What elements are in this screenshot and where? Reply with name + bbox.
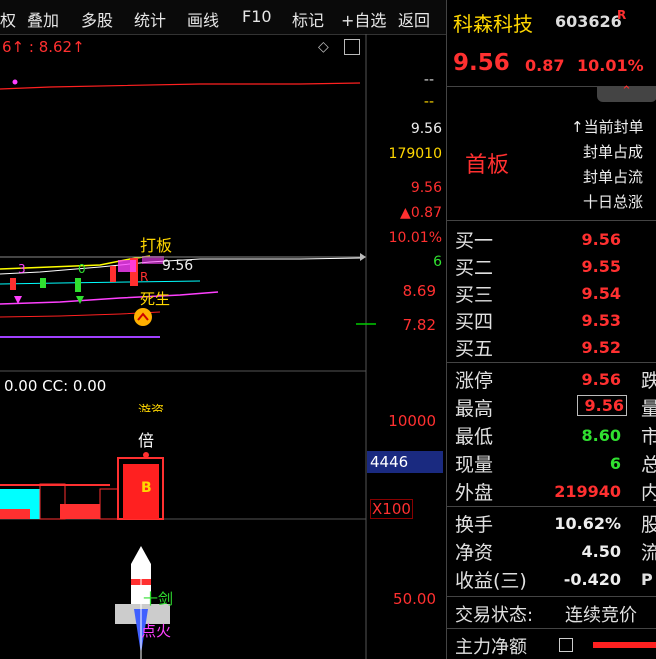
bid-5-price: 9.52 [581, 338, 621, 357]
stat-current-vol-label: 现量 [455, 454, 494, 476]
turnover-label: 换手 [455, 514, 494, 536]
bid-4-price: 9.53 [581, 311, 621, 330]
net-assets-value: 4.50 [581, 542, 621, 561]
trade-status-value: 连续竞价 [565, 605, 637, 626]
eps-label: 收益(三) [455, 570, 527, 592]
stat-market-label: 市 [641, 426, 656, 448]
buy-b-label: B [141, 480, 152, 496]
axis-price-1: 9.56 [410, 121, 442, 137]
shares-label: 股 [641, 514, 656, 536]
axis-change: ▲0.87 [400, 205, 442, 221]
stat-total-label: 总 [641, 454, 656, 476]
stat-low-value: 8.60 [581, 426, 621, 445]
bid-2-label: 买二 [455, 257, 494, 279]
list-icon[interactable] [559, 638, 573, 652]
kline-chart[interactable]: 6↑ : 8.62↑ ◇ -- -- 9.56 179010 9.56 ▲0.8… [0, 34, 446, 659]
stat-high-label: 最高 [455, 398, 494, 420]
stat-high-value: 9.56 [577, 395, 627, 416]
axis-price-4: 7.82 [402, 316, 436, 334]
bid-1-price: 9.56 [581, 230, 621, 249]
stat-limit-up-label: 涨停 [455, 370, 494, 392]
annotation-r: R [140, 270, 149, 284]
bid-5-label: 买五 [455, 338, 494, 360]
collapse-tab[interactable]: ⌃ [597, 84, 656, 102]
menu-mark[interactable]: 标记 [292, 7, 324, 31]
limit-line-3: 封单占流 [583, 168, 644, 186]
menu-multi-stock[interactable]: 多股 [81, 7, 113, 31]
limit-board-title: 首板 [465, 153, 510, 178]
net-assets-label: 净资 [455, 542, 494, 564]
vol-axis-1: 10000 [388, 412, 436, 430]
menu-f10[interactable]: F10 [242, 7, 272, 26]
bid-3-label: 买三 [455, 284, 494, 306]
top-partial-label: 游资 [138, 404, 165, 412]
stat-outer-value: 219940 [554, 482, 621, 501]
stat-current-vol-value: 6 [609, 454, 621, 473]
bid-2-price: 9.55 [581, 257, 621, 276]
annotation-daban: 打板 [140, 236, 173, 255]
trade-status-label: 交易状态: [455, 605, 534, 626]
stat-limit-down-label: 跌 [641, 370, 656, 392]
axis-dash-1: -- [423, 72, 434, 88]
menu-overlay[interactable]: 叠加 [27, 7, 59, 31]
menu-rights[interactable]: 权 [0, 7, 16, 31]
rocket-fire-label: 点火 [141, 622, 172, 640]
float-label: 流 [641, 542, 656, 564]
limit-line-2: 封单占成 [583, 143, 644, 161]
margin-badge: R [617, 8, 627, 22]
window-toggle-icon[interactable] [344, 39, 360, 55]
bid-3-price: 9.54 [581, 284, 621, 303]
annotation-0: 0 [78, 262, 86, 276]
stat-outer-label: 外盘 [455, 482, 494, 504]
axis-price-2: 9.56 [410, 180, 442, 196]
quote-panel: 科森科技 603626 R 9.56 0.87 10.01% ⌃ 首板 ↑当前封… [446, 0, 656, 659]
axis-change-pct: 10.01% [388, 230, 442, 246]
price-change: 0.87 [525, 56, 565, 75]
pe-label: P [641, 570, 653, 589]
mult-label: 倍 [138, 431, 155, 450]
turnover-value: 10.62% [554, 514, 621, 533]
stat-low-label: 最低 [455, 426, 494, 448]
price-change-pct: 10.01% [577, 56, 644, 75]
stock-code: 603626 [555, 12, 622, 31]
price-readout: 6↑ : 8.62↑ [2, 38, 85, 56]
axis-volume: 179010 [388, 146, 442, 162]
cursor-price-label: 9.56 [162, 258, 194, 274]
stock-name: 科森科技 [453, 12, 533, 36]
axis-dash-2: -- [423, 94, 434, 110]
stat-inner-label: 内 [641, 482, 656, 504]
vol-axis-2: 4446 [370, 453, 409, 471]
stat-limit-up-value: 9.56 [581, 370, 621, 389]
axis-current-volume: 6 [433, 254, 442, 270]
diamond-icon[interactable]: ◇ [318, 39, 329, 55]
main-flow-label: 主力净额 [455, 637, 527, 658]
current-price: 9.56 [453, 50, 510, 76]
indicator-readout: 0.00 CC: 0.00 [4, 377, 107, 395]
main-flow-bar [593, 642, 656, 648]
stat-volume-label: 量 [641, 398, 656, 420]
chevron-up-icon: ⌃ [621, 84, 632, 99]
menu-add-watchlist[interactable]: +自选 [341, 7, 386, 31]
chart-toolbar: 权 叠加 多股 统计 画线 F10 标记 +自选 返回 [0, 0, 446, 35]
menu-back[interactable]: 返回 [398, 7, 430, 31]
annotation-shengsheng: 死生 [140, 290, 171, 308]
axis-price-3: 8.69 [402, 282, 436, 300]
bid-4-label: 买四 [455, 311, 494, 333]
rocket-jian-label: 十剑 [143, 590, 174, 608]
osc-axis-1: 50.00 [393, 590, 436, 608]
limit-line-1: ↑当前封单 [571, 118, 644, 136]
annotation-3: 3 [18, 262, 26, 276]
menu-draw-line[interactable]: 画线 [187, 7, 219, 31]
bid-1-label: 买一 [455, 230, 494, 252]
eps-value: -0.420 [563, 570, 621, 589]
limit-line-4: 十日总涨 [583, 193, 644, 211]
vol-axis-scale: X100 [370, 499, 413, 519]
menu-statistics[interactable]: 统计 [134, 7, 166, 31]
